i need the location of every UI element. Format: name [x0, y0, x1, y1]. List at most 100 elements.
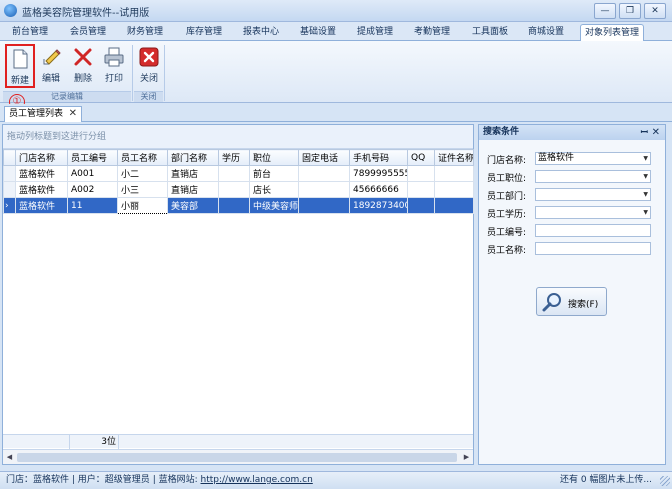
table-cell[interactable]	[407, 181, 435, 198]
table-cell[interactable]	[298, 165, 350, 182]
tab-employee-list-label: 员工管理列表	[9, 109, 64, 119]
tab-commission[interactable]: 提成管理	[351, 24, 399, 41]
ribbon-separator	[164, 45, 165, 101]
employee-name-input[interactable]	[535, 242, 651, 255]
print-button-label: 打印	[104, 74, 123, 84]
table-row-selected[interactable]: › 蓝格软件 11 小丽 美容部 中级美容师 18928734000	[3, 197, 474, 214]
store-name-select[interactable]: 蓝格软件 ▼	[535, 152, 651, 165]
column-header[interactable]: 固定电话	[298, 149, 350, 166]
column-header[interactable]: 门店名称	[15, 149, 68, 166]
table-row[interactable]: 蓝格软件 A001 小二 直销店 前台 78999955555	[3, 165, 474, 182]
column-header[interactable]: 员工名称	[117, 149, 168, 166]
website-link[interactable]: http://www.lange.com.cn	[201, 475, 313, 485]
grid-footer: 3位	[3, 434, 473, 449]
education-select[interactable]: ▼	[535, 206, 651, 219]
tab-tools[interactable]: 工具面板	[466, 24, 514, 41]
minimize-button[interactable]: —	[594, 3, 616, 19]
table-cell[interactable]	[434, 197, 474, 214]
table-cell[interactable]	[218, 197, 250, 214]
table-cell[interactable]	[298, 197, 350, 214]
edit-button[interactable]: 编辑	[36, 44, 66, 88]
chevron-down-icon[interactable]: ▼	[643, 207, 648, 218]
edit-button-label: 编辑	[41, 74, 60, 84]
maximize-button[interactable]: ❐	[619, 3, 641, 19]
table-cell[interactable]	[298, 181, 350, 198]
menu-tab-bar: 前台管理 会员管理 财务管理 库存管理 报表中心 基础设置 提成管理 考勤管理 …	[0, 22, 672, 41]
table-cell[interactable]	[218, 165, 250, 182]
pin-icon[interactable]: ꟷ	[641, 126, 648, 141]
tab-object-list[interactable]: 对象列表管理	[580, 24, 644, 41]
table-cell[interactable]: 直销店	[167, 181, 219, 198]
table-cell[interactable]: A001	[67, 165, 118, 182]
tab-mall-settings[interactable]: 商城设置	[522, 24, 570, 41]
scroll-thumb[interactable]	[17, 453, 457, 462]
close-button-label: 关闭	[139, 74, 158, 84]
new-button[interactable]: 新建	[5, 44, 35, 88]
table-cell[interactable]	[434, 165, 474, 182]
delete-button[interactable]: 删除	[68, 44, 98, 88]
table-cell[interactable]: 店长	[249, 181, 299, 198]
employee-id-input[interactable]	[535, 224, 651, 237]
tab-members[interactable]: 会员管理	[64, 24, 112, 41]
scroll-right-icon[interactable]: ▶	[461, 452, 472, 463]
column-header[interactable]: QQ	[407, 149, 435, 166]
chevron-down-icon[interactable]: ▼	[643, 189, 648, 200]
table-cell[interactable]: 18928734000	[349, 197, 408, 214]
resize-grip-icon[interactable]	[660, 476, 670, 486]
table-cell[interactable]	[407, 197, 435, 214]
table-cell[interactable]: 蓝格软件	[15, 181, 68, 198]
column-header[interactable]: 部门名称	[167, 149, 219, 166]
store-name-value: 蓝格软件	[538, 153, 575, 163]
table-cell[interactable]: 小二	[117, 165, 168, 182]
table-cell[interactable]: 美容部	[167, 197, 219, 214]
close-panel-icon[interactable]: ✕	[652, 125, 660, 140]
horizontal-scrollbar[interactable]: ◀ ▶	[3, 449, 473, 464]
table-cell[interactable]: 前台	[249, 165, 299, 182]
tab-reports[interactable]: 报表中心	[237, 24, 285, 41]
column-header[interactable]: 学历	[218, 149, 250, 166]
tab-inventory[interactable]: 库存管理	[180, 24, 228, 41]
tab-basic-settings[interactable]: 基础设置	[294, 24, 342, 41]
column-header[interactable]: 手机号码	[349, 149, 408, 166]
tab-front-desk[interactable]: 前台管理	[6, 24, 54, 41]
magnifier-icon	[542, 293, 561, 312]
search-button[interactable]: 搜索(F)	[536, 287, 607, 316]
print-button[interactable]: 打印	[99, 44, 129, 88]
column-header[interactable]: 员工编号	[67, 149, 118, 166]
department-select[interactable]: ▼	[535, 188, 651, 201]
ribbon-separator	[132, 45, 133, 101]
table-cell[interactable]: 45666666	[349, 181, 408, 198]
table-row[interactable]: 蓝格软件 A002 小三 直销店 店长 45666666	[3, 181, 474, 198]
close-button[interactable]: 关闭	[134, 44, 164, 88]
chevron-down-icon[interactable]: ▼	[643, 153, 648, 164]
search-panel-header: 搜索条件 ꟷ ✕	[479, 125, 665, 140]
tab-employee-list[interactable]: 员工管理列表 ✕	[4, 106, 82, 122]
delete-x-icon	[74, 48, 92, 66]
position-select[interactable]: ▼	[535, 170, 651, 183]
search-panel-title: 搜索条件	[483, 127, 520, 137]
table-cell[interactable]	[434, 181, 474, 198]
window-controls: — ❐ ✕	[594, 3, 666, 19]
table-cell[interactable]: 蓝格软件	[15, 197, 68, 214]
scroll-left-icon[interactable]: ◀	[4, 452, 15, 463]
table-cell[interactable]: 小三	[117, 181, 168, 198]
table-cell[interactable]: 直销店	[167, 165, 219, 182]
column-header[interactable]: 职位	[249, 149, 299, 166]
new-button-label: 新建	[10, 76, 29, 86]
close-window-button[interactable]: ✕	[644, 3, 666, 19]
tab-attendance[interactable]: 考勤管理	[408, 24, 456, 41]
column-header[interactable]: 证件名称	[434, 149, 474, 166]
delete-button-label: 删除	[73, 74, 92, 84]
table-cell[interactable]: A002	[67, 181, 118, 198]
table-cell[interactable]: 78999955555	[349, 165, 408, 182]
table-cell[interactable]: 蓝格软件	[15, 165, 68, 182]
table-cell-editing[interactable]: 小丽	[117, 197, 168, 214]
chevron-down-icon[interactable]: ▼	[643, 171, 648, 182]
table-cell[interactable]: 中级美容师	[249, 197, 299, 214]
close-tab-icon[interactable]: ✕	[69, 107, 77, 121]
group-by-hint[interactable]: 拖动列标题到这进行分组	[3, 125, 473, 149]
tab-finance[interactable]: 财务管理	[121, 24, 169, 41]
table-cell[interactable]: 11	[67, 197, 118, 214]
table-cell[interactable]	[407, 165, 435, 182]
table-cell[interactable]	[218, 181, 250, 198]
